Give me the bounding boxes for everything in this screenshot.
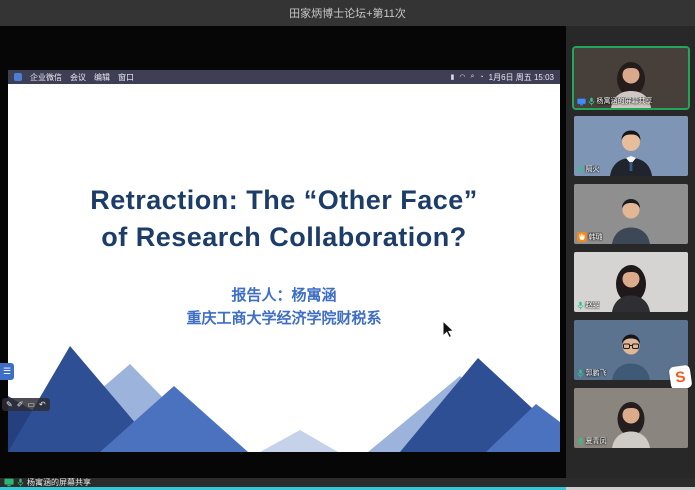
slide-title: Retraction: The “Other Face” of Research… [8,182,560,256]
participant-tile-yangyuhan[interactable]: 杨寓涵的屏幕共享 [574,48,688,108]
menubar-item-meeting: 会议 [70,72,86,83]
menubar-clock: 1月6日 周五 15:03 [489,72,554,83]
participant-name: 杨寓涵的屏幕共享 [597,97,653,106]
slide-affiliation: 重庆工商大学经济学院财税系 [8,307,560,330]
annotation-panel-toggle[interactable]: ☰ [0,363,14,380]
battery-icon: ▮ [451,73,455,81]
mic-icon [577,437,584,446]
participant-label: 韩璐 [577,232,603,242]
participant-tile-gehuo[interactable]: 隔火 [574,116,688,176]
menubar-item-app: 企业微信 [30,72,62,83]
undo-icon[interactable]: ↶ [39,400,46,409]
participant-label: 赵雯 [577,301,600,310]
participant-tile-zhaowen[interactable]: 赵雯 [574,252,688,312]
shared-mac-menubar: 企业微信 会议 编辑 窗口 ▮ ◠ ⌕ ◔ 1月6日 周五 15:03 [8,70,560,84]
slide-title-line2: of Research Collaboration? [8,219,560,256]
pen-icon[interactable]: ✎ [6,400,13,409]
bottom-bar: 杨寓涵的屏幕共享 [0,478,695,487]
participant-name: 韩璐 [589,233,603,242]
annotation-toolbar: ✎ ✐ ▭ ↶ [2,398,50,411]
participant-label: 郭鹏飞 [577,369,607,378]
shared-screen-stage: 企业微信 会议 编辑 窗口 ▮ ◠ ⌕ ◔ 1月6日 周五 15:03 Retr… [0,26,566,478]
presentation-slide: Retraction: The “Other Face” of Research… [8,84,560,452]
participant-label: 夏青凤 [577,437,607,446]
mic-icon [17,478,24,487]
participant-label: 杨寓涵的屏幕共享 [577,97,653,106]
participant-name: 夏青凤 [586,437,607,446]
slide-triangles-graphic [8,334,560,452]
mic-icon [577,165,584,174]
participant-name: 赵雯 [586,301,600,310]
participant-tile-hanlu[interactable]: 韩璐 [574,184,688,244]
participants-sidebar: 杨寓涵的屏幕共享 隔火 [566,26,695,478]
participant-name: 隔火 [586,165,600,174]
screen-share-icon [4,478,14,487]
hand-raised-icon [577,232,587,242]
menubar-item-window: 窗口 [118,72,134,83]
meeting-title: 田家炳博士论坛+第11次 [289,5,406,21]
wifi-icon: ◠ [459,73,465,81]
mic-icon [577,301,584,310]
slide-subtitle: 报告人：杨寓涵 重庆工商大学经济学院财税系 [8,284,560,330]
share-banner-label: 杨寓涵的屏幕共享 [27,478,91,487]
mic-icon [588,97,595,106]
shape-icon[interactable]: ▭ [27,400,35,409]
participant-name: 郭鹏飞 [586,369,607,378]
menubar-status-area: ▮ ◠ ⌕ ◔ 1月6日 周五 15:03 [451,72,555,83]
participant-label: 隔火 [577,165,600,174]
participant-tile-guopengfei[interactable]: 郭鹏飞 S [574,320,688,380]
search-icon: ⌕ [470,73,474,81]
menubar-item-edit: 编辑 [94,72,110,83]
mouse-cursor [442,320,456,338]
slide-presenter: 报告人：杨寓涵 [8,284,560,307]
highlighter-icon[interactable]: ✐ [17,400,24,409]
slide-title-line1: Retraction: The “Other Face” [8,182,560,219]
control-center-icon: ◔ [479,74,483,81]
screen-share-icon [577,98,586,106]
mic-icon [577,369,584,378]
shield-icon [14,73,22,81]
meeting-titlebar: 田家炳博士论坛+第11次 [0,0,695,26]
sogou-input-icon: S [668,365,692,391]
participant-tile-xiaqingfeng[interactable]: 夏青凤 [574,388,688,448]
